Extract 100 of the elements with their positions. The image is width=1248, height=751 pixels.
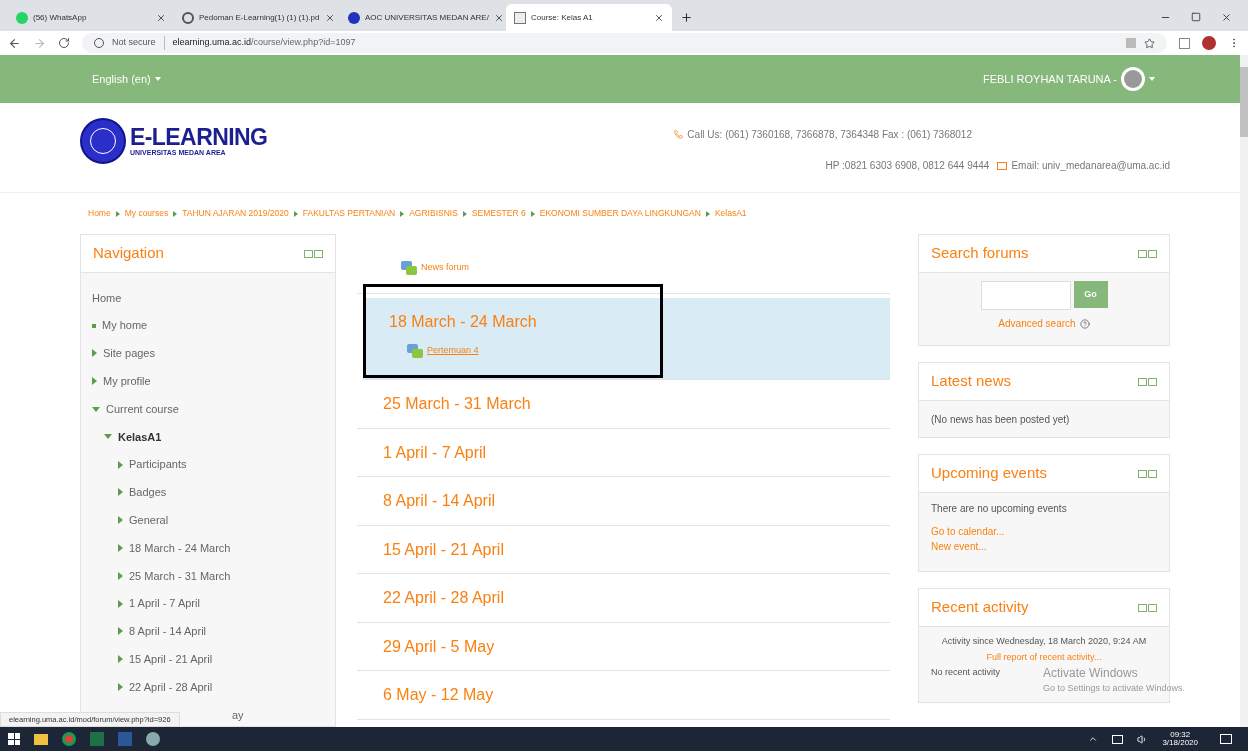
- block-controls-icon[interactable]: [1138, 469, 1157, 478]
- phone-icon: [674, 130, 684, 139]
- close-tab-icon[interactable]: [324, 12, 335, 23]
- block-text: (No news has been posted yet): [931, 412, 1070, 427]
- start-icon[interactable]: [8, 733, 20, 745]
- section-title[interactable]: 1 April - 7 April: [383, 443, 487, 461]
- activity-link[interactable]: Pertemuan 4: [427, 344, 479, 358]
- activation-notice-text: Go to Settings to activate Windows.: [1043, 682, 1186, 695]
- section-title[interactable]: 15 April - 21 April: [383, 540, 504, 558]
- navigation-item[interactable]: ay: [232, 706, 244, 724]
- navigation-item[interactable]: Home: [92, 289, 122, 307]
- search-field[interactable]: [980, 281, 1071, 310]
- navigation-item[interactable]: General: [129, 512, 169, 529]
- block-title: Upcoming events: [931, 463, 1047, 484]
- block-text: No recent activity: [931, 666, 1001, 679]
- navigation-item[interactable]: Participants: [129, 456, 187, 473]
- reload-icon[interactable]: [58, 37, 70, 49]
- scrollbar[interactable]: [1240, 55, 1248, 727]
- collapsed-arrow-icon[interactable]: [118, 516, 123, 525]
- navigation-item[interactable]: My home: [102, 317, 148, 334]
- separator-icon: [115, 210, 120, 217]
- logo-title: E-LEARNING: [130, 125, 268, 149]
- new-tab-icon[interactable]: [680, 11, 693, 24]
- bullet-icon: [92, 323, 96, 328]
- clock-date[interactable]: 3/18/2020: [1162, 739, 1198, 747]
- language-menu[interactable]: English (en): [92, 70, 151, 88]
- section-title[interactable]: 18 March - 24 March: [389, 313, 537, 330]
- collapsed-arrow-icon[interactable]: [118, 683, 123, 692]
- collapsed-arrow-icon[interactable]: [92, 377, 97, 386]
- breadcrumb-link[interactable]: FAKULTAS PERTANIAN: [302, 207, 396, 220]
- navigation-item[interactable]: My profile: [103, 373, 151, 390]
- forward-icon[interactable]: [33, 36, 46, 50]
- advanced-search-link[interactable]: Advanced search: [998, 316, 1076, 331]
- navigation-item[interactable]: Site pages: [103, 345, 155, 362]
- navigation-item[interactable]: 22 April - 28 April: [129, 678, 213, 696]
- breadcrumb-link[interactable]: My courses: [124, 207, 169, 220]
- address-bar[interactable]: Not secure elearning.uma.ac.id/course/view.php?id=1097: [82, 33, 1167, 53]
- activation-notice-title: Activate Windows: [1043, 665, 1139, 682]
- help-icon[interactable]: [1079, 318, 1090, 329]
- breadcrumb-link[interactable]: AGRIBISNIS: [409, 207, 458, 220]
- caret-icon[interactable]: [1149, 77, 1155, 81]
- close-icon[interactable]: [1221, 12, 1232, 23]
- user-name[interactable]: FEBLI ROYHAN TARUNA -: [982, 70, 1117, 88]
- event-link[interactable]: New event...: [931, 539, 1157, 554]
- collapsed-arrow-icon[interactable]: [118, 571, 123, 580]
- collapsed-arrow-icon[interactable]: [118, 460, 123, 469]
- block-controls-icon[interactable]: [1138, 249, 1157, 258]
- full-report-link[interactable]: Full report of recent activity...: [986, 650, 1102, 664]
- expanded-arrow-icon[interactable]: [92, 406, 100, 412]
- browser-tab[interactable]: Course: Kelas A1: [506, 4, 672, 31]
- navigation-item[interactable]: 15 April - 21 April: [129, 651, 213, 668]
- star-icon[interactable]: [1144, 37, 1155, 49]
- contact-email: Email: univ_medanarea@uma.ac.id: [1011, 159, 1170, 173]
- close-tab-icon[interactable]: [156, 12, 166, 23]
- folder-icon[interactable]: [34, 733, 48, 745]
- close-tab-icon[interactable]: [493, 12, 504, 23]
- site-icon: [348, 11, 360, 24]
- block-controls-icon[interactable]: [304, 249, 323, 258]
- contact-mobile: HP :0821 6303 6908, 0812 644 9444: [825, 159, 990, 173]
- activity-link[interactable]: News forum: [421, 260, 469, 275]
- section-title[interactable]: 29 April - 5 May: [383, 637, 495, 655]
- separator-icon: [705, 210, 710, 217]
- breadcrumb-link[interactable]: SEMESTER 6: [471, 207, 526, 220]
- block-controls-icon[interactable]: [1138, 377, 1157, 386]
- breadcrumb-link[interactable]: Home: [88, 207, 111, 220]
- collapsed-arrow-icon[interactable]: [92, 349, 97, 358]
- navigation-item[interactable]: 1 April - 7 April: [129, 595, 200, 612]
- block-controls-icon[interactable]: [1138, 603, 1157, 612]
- clock-time[interactable]: 09:32: [1170, 731, 1191, 739]
- caret-icon[interactable]: [154, 77, 161, 81]
- section-title[interactable]: 25 March - 31 March: [383, 395, 531, 412]
- navigation-item[interactable]: Badges: [129, 484, 167, 501]
- block-title: Search forums: [931, 243, 1029, 264]
- navigation-item[interactable]: 8 April - 14 April: [129, 623, 207, 640]
- separator-icon: [462, 210, 467, 217]
- user-avatar-icon[interactable]: [1121, 67, 1145, 91]
- collapsed-arrow-icon[interactable]: [118, 627, 123, 636]
- collapsed-arrow-icon[interactable]: [118, 544, 123, 553]
- close-tab-icon[interactable]: [654, 12, 664, 23]
- breadcrumb-link[interactable]: KelasA1: [714, 207, 747, 220]
- navigation-item[interactable]: 25 March - 31 March: [129, 567, 231, 585]
- collapsed-arrow-icon[interactable]: [118, 655, 123, 664]
- section-title[interactable]: 8 April - 14 April: [383, 492, 496, 509]
- go-button[interactable]: Go: [1073, 281, 1108, 308]
- browser-icon[interactable]: [62, 732, 76, 746]
- collapsed-arrow-icon[interactable]: [118, 599, 123, 608]
- restore-icon[interactable]: [1191, 12, 1201, 22]
- section-title[interactable]: 22 April - 28 April: [383, 589, 504, 606]
- collapsed-arrow-icon[interactable]: [118, 488, 123, 497]
- university-seal-icon: [80, 117, 126, 164]
- navigation-item[interactable]: 18 March - 24 March: [129, 539, 231, 557]
- navigation-item[interactable]: KelasA1: [118, 428, 162, 446]
- event-link[interactable]: Go to calendar...: [931, 524, 1157, 539]
- breadcrumb-link[interactable]: TAHUN AJARAN 2019/2020: [182, 207, 289, 220]
- back-icon[interactable]: [8, 36, 21, 50]
- expanded-arrow-icon[interactable]: [104, 434, 112, 440]
- section-title[interactable]: 6 May - 12 May: [383, 686, 494, 703]
- profile-avatar[interactable]: [1202, 36, 1216, 50]
- breadcrumb-link[interactable]: EKONOMI SUMBER DAYA LINGKUNGAN: [539, 207, 701, 220]
- navigation-item[interactable]: Current course: [106, 400, 179, 418]
